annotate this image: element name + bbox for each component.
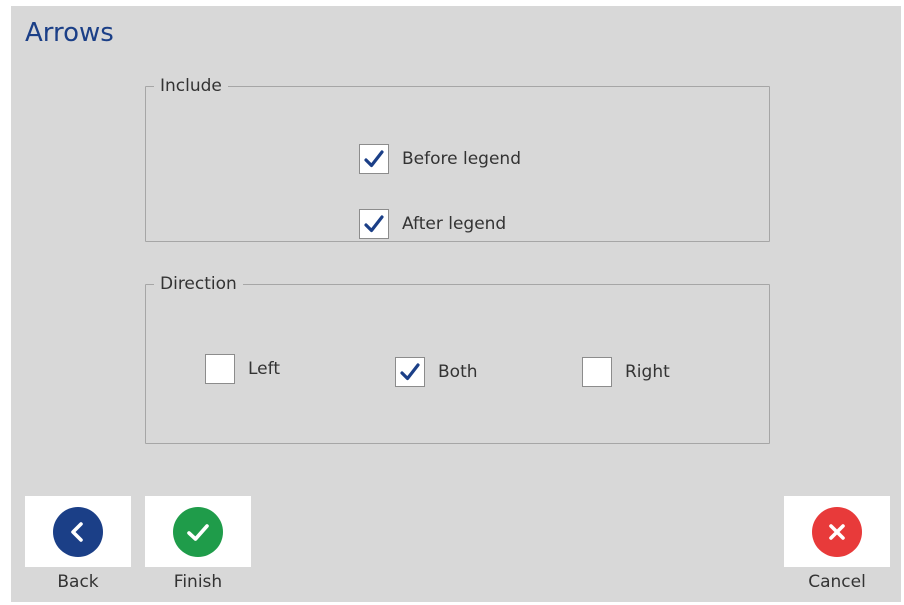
checkbox-box[interactable] bbox=[359, 144, 389, 174]
cancel-circle bbox=[812, 506, 862, 557]
finish-label: Finish bbox=[173, 572, 223, 592]
direction-group-legend: Direction bbox=[160, 274, 237, 294]
after-legend-checkbox[interactable]: After legend bbox=[359, 209, 506, 239]
checkmark-icon bbox=[364, 150, 384, 168]
before-legend-label: Before legend bbox=[402, 149, 521, 169]
checkmark-icon bbox=[400, 363, 420, 381]
cancel-button[interactable] bbox=[784, 496, 890, 567]
before-legend-checkbox[interactable]: Before legend bbox=[359, 144, 521, 174]
finish-circle bbox=[173, 506, 223, 557]
close-icon bbox=[829, 523, 845, 540]
back-circle bbox=[53, 506, 103, 557]
checkbox-box[interactable] bbox=[359, 209, 389, 239]
left-checkbox[interactable]: Left bbox=[205, 354, 280, 384]
checkbox-box[interactable] bbox=[582, 357, 612, 387]
cancel-label: Cancel bbox=[808, 572, 866, 592]
chevron-left-icon bbox=[71, 521, 83, 542]
page-title: Arrows bbox=[25, 18, 114, 48]
after-legend-label: After legend bbox=[402, 214, 507, 234]
checkmark-icon bbox=[187, 523, 209, 541]
checkmark-icon bbox=[364, 215, 384, 233]
back-button[interactable] bbox=[25, 496, 131, 567]
include-group-legend: Include bbox=[160, 76, 222, 96]
right-label: Right bbox=[625, 362, 670, 382]
finish-button[interactable] bbox=[145, 496, 251, 567]
checkbox-box[interactable] bbox=[395, 357, 425, 387]
include-group: Include Before legend After legend bbox=[145, 76, 770, 242]
back-label: Back bbox=[57, 572, 99, 592]
both-label: Both bbox=[438, 362, 478, 382]
left-label: Left bbox=[248, 359, 280, 379]
checkbox-box[interactable] bbox=[205, 354, 235, 384]
direction-group: Direction Left Both Right bbox=[145, 274, 770, 444]
right-checkbox[interactable]: Right bbox=[582, 357, 670, 387]
both-checkbox[interactable]: Both bbox=[395, 357, 478, 387]
arrows-screen: Arrows Include Before legend After legen… bbox=[11, 6, 901, 602]
